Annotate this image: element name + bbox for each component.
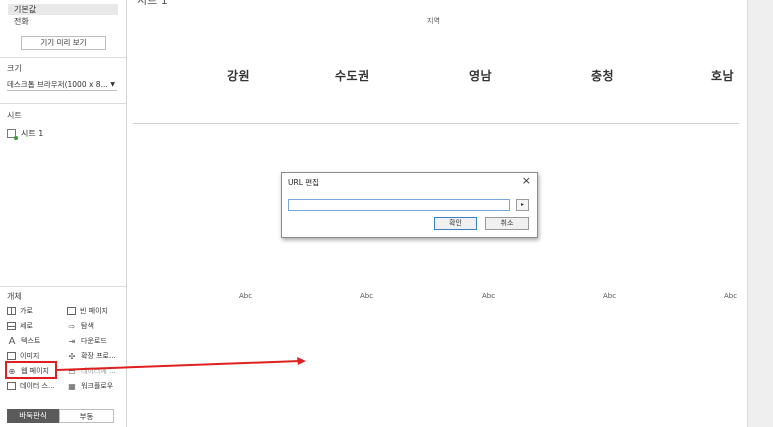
floating-toggle[interactable]: 부동: [59, 409, 114, 423]
region-header: 호남: [711, 69, 735, 83]
object-label: 확장 프로...: [81, 352, 116, 360]
highlight-box: [5, 361, 57, 379]
abc-mark: Abc: [239, 292, 253, 300]
size-select[interactable]: 데스크톱 브라우저(1000 x 8... ▼: [7, 78, 117, 91]
blank-icon: [67, 307, 76, 315]
abc-mark: Abc: [482, 292, 496, 300]
object-extension[interactable]: ✣ 확장 프로...: [67, 351, 116, 361]
vertical-container-icon: [7, 322, 16, 330]
object-label: 세로: [20, 322, 33, 330]
tiled-toggle[interactable]: 바둑판식: [7, 409, 59, 423]
region-header: 영남: [469, 69, 493, 83]
sheets-label: 시트: [7, 111, 22, 120]
object-navigation[interactable]: ⇨ 탐색: [67, 321, 94, 331]
sheet-item-label: 시트 1: [21, 129, 44, 138]
insert-field-arrow-button[interactable]: ▸: [516, 199, 529, 211]
extension-icon: ✣: [68, 351, 76, 361]
abc-mark: Abc: [360, 292, 374, 300]
text-icon: A: [8, 335, 16, 347]
cancel-button[interactable]: 취소: [485, 217, 529, 230]
ok-button[interactable]: 확인: [434, 217, 477, 230]
object-label: 텍스트: [21, 337, 41, 345]
object-data-overlap[interactable]: ▭ 데이터에 ...: [67, 366, 116, 376]
column-header-title: 지역: [427, 17, 440, 25]
device-item-default[interactable]: 기본값: [8, 4, 118, 15]
object-label: 빈 페이지: [80, 307, 108, 315]
worksheet-icon: [7, 129, 18, 140]
divider: [0, 57, 126, 58]
url-edit-dialog: URL 편집 × ▸ 확인 취소: [281, 172, 538, 238]
url-input[interactable]: [288, 199, 510, 211]
device-preview-button[interactable]: 기기 미리 보기: [21, 36, 106, 50]
horizontal-container-icon: [7, 307, 16, 315]
close-icon[interactable]: ×: [522, 174, 531, 187]
chevron-down-icon: ▼: [110, 81, 115, 88]
objects-label: 개체: [7, 292, 22, 301]
object-horizontal[interactable]: 가로: [7, 306, 33, 316]
navigation-icon: ⇨: [68, 321, 76, 331]
region-header: 충청: [591, 69, 615, 83]
object-download[interactable]: ⇥ 다운로드: [67, 336, 107, 346]
object-vertical[interactable]: 세로: [7, 321, 33, 331]
region-header: 수도권: [335, 69, 370, 83]
device-item-phone[interactable]: 전화: [8, 16, 118, 27]
data-icon: ▭: [68, 366, 76, 376]
object-image[interactable]: 이미지: [7, 351, 39, 361]
workflow-icon: ▦: [68, 381, 76, 391]
header-divider: [133, 123, 739, 124]
data-story-icon: [7, 382, 16, 390]
object-workflow[interactable]: ▦ 워크플로우: [67, 381, 113, 391]
object-label: 데이터에 ...: [81, 367, 116, 375]
download-icon: ⇥: [68, 336, 76, 346]
size-label: 크기: [7, 64, 22, 73]
object-label: 데이터 스...: [20, 382, 55, 390]
object-label: 탐색: [81, 322, 94, 330]
object-blank[interactable]: 빈 페이지: [67, 306, 108, 316]
object-label: 다운로드: [81, 337, 107, 345]
abc-mark: Abc: [603, 292, 617, 300]
object-data-story[interactable]: 데이터 스...: [7, 381, 55, 391]
object-text[interactable]: A 텍스트: [7, 335, 41, 347]
object-label: 가로: [20, 307, 33, 315]
sheet-title: 시트 1: [137, 0, 168, 7]
sheet-item[interactable]: 시트 1: [7, 128, 44, 140]
object-label: 워크플로우: [81, 382, 114, 390]
divider: [0, 103, 126, 104]
abc-mark: Abc: [724, 292, 738, 300]
dialog-title: URL 편집: [288, 178, 320, 187]
region-header: 강원: [227, 69, 251, 83]
divider: [0, 286, 126, 287]
right-scroll-area: [747, 0, 773, 427]
image-icon: [7, 352, 16, 360]
object-label: 이미지: [20, 352, 40, 360]
size-select-value: 데스크톱 브라우저(1000 x 8...: [7, 80, 108, 89]
